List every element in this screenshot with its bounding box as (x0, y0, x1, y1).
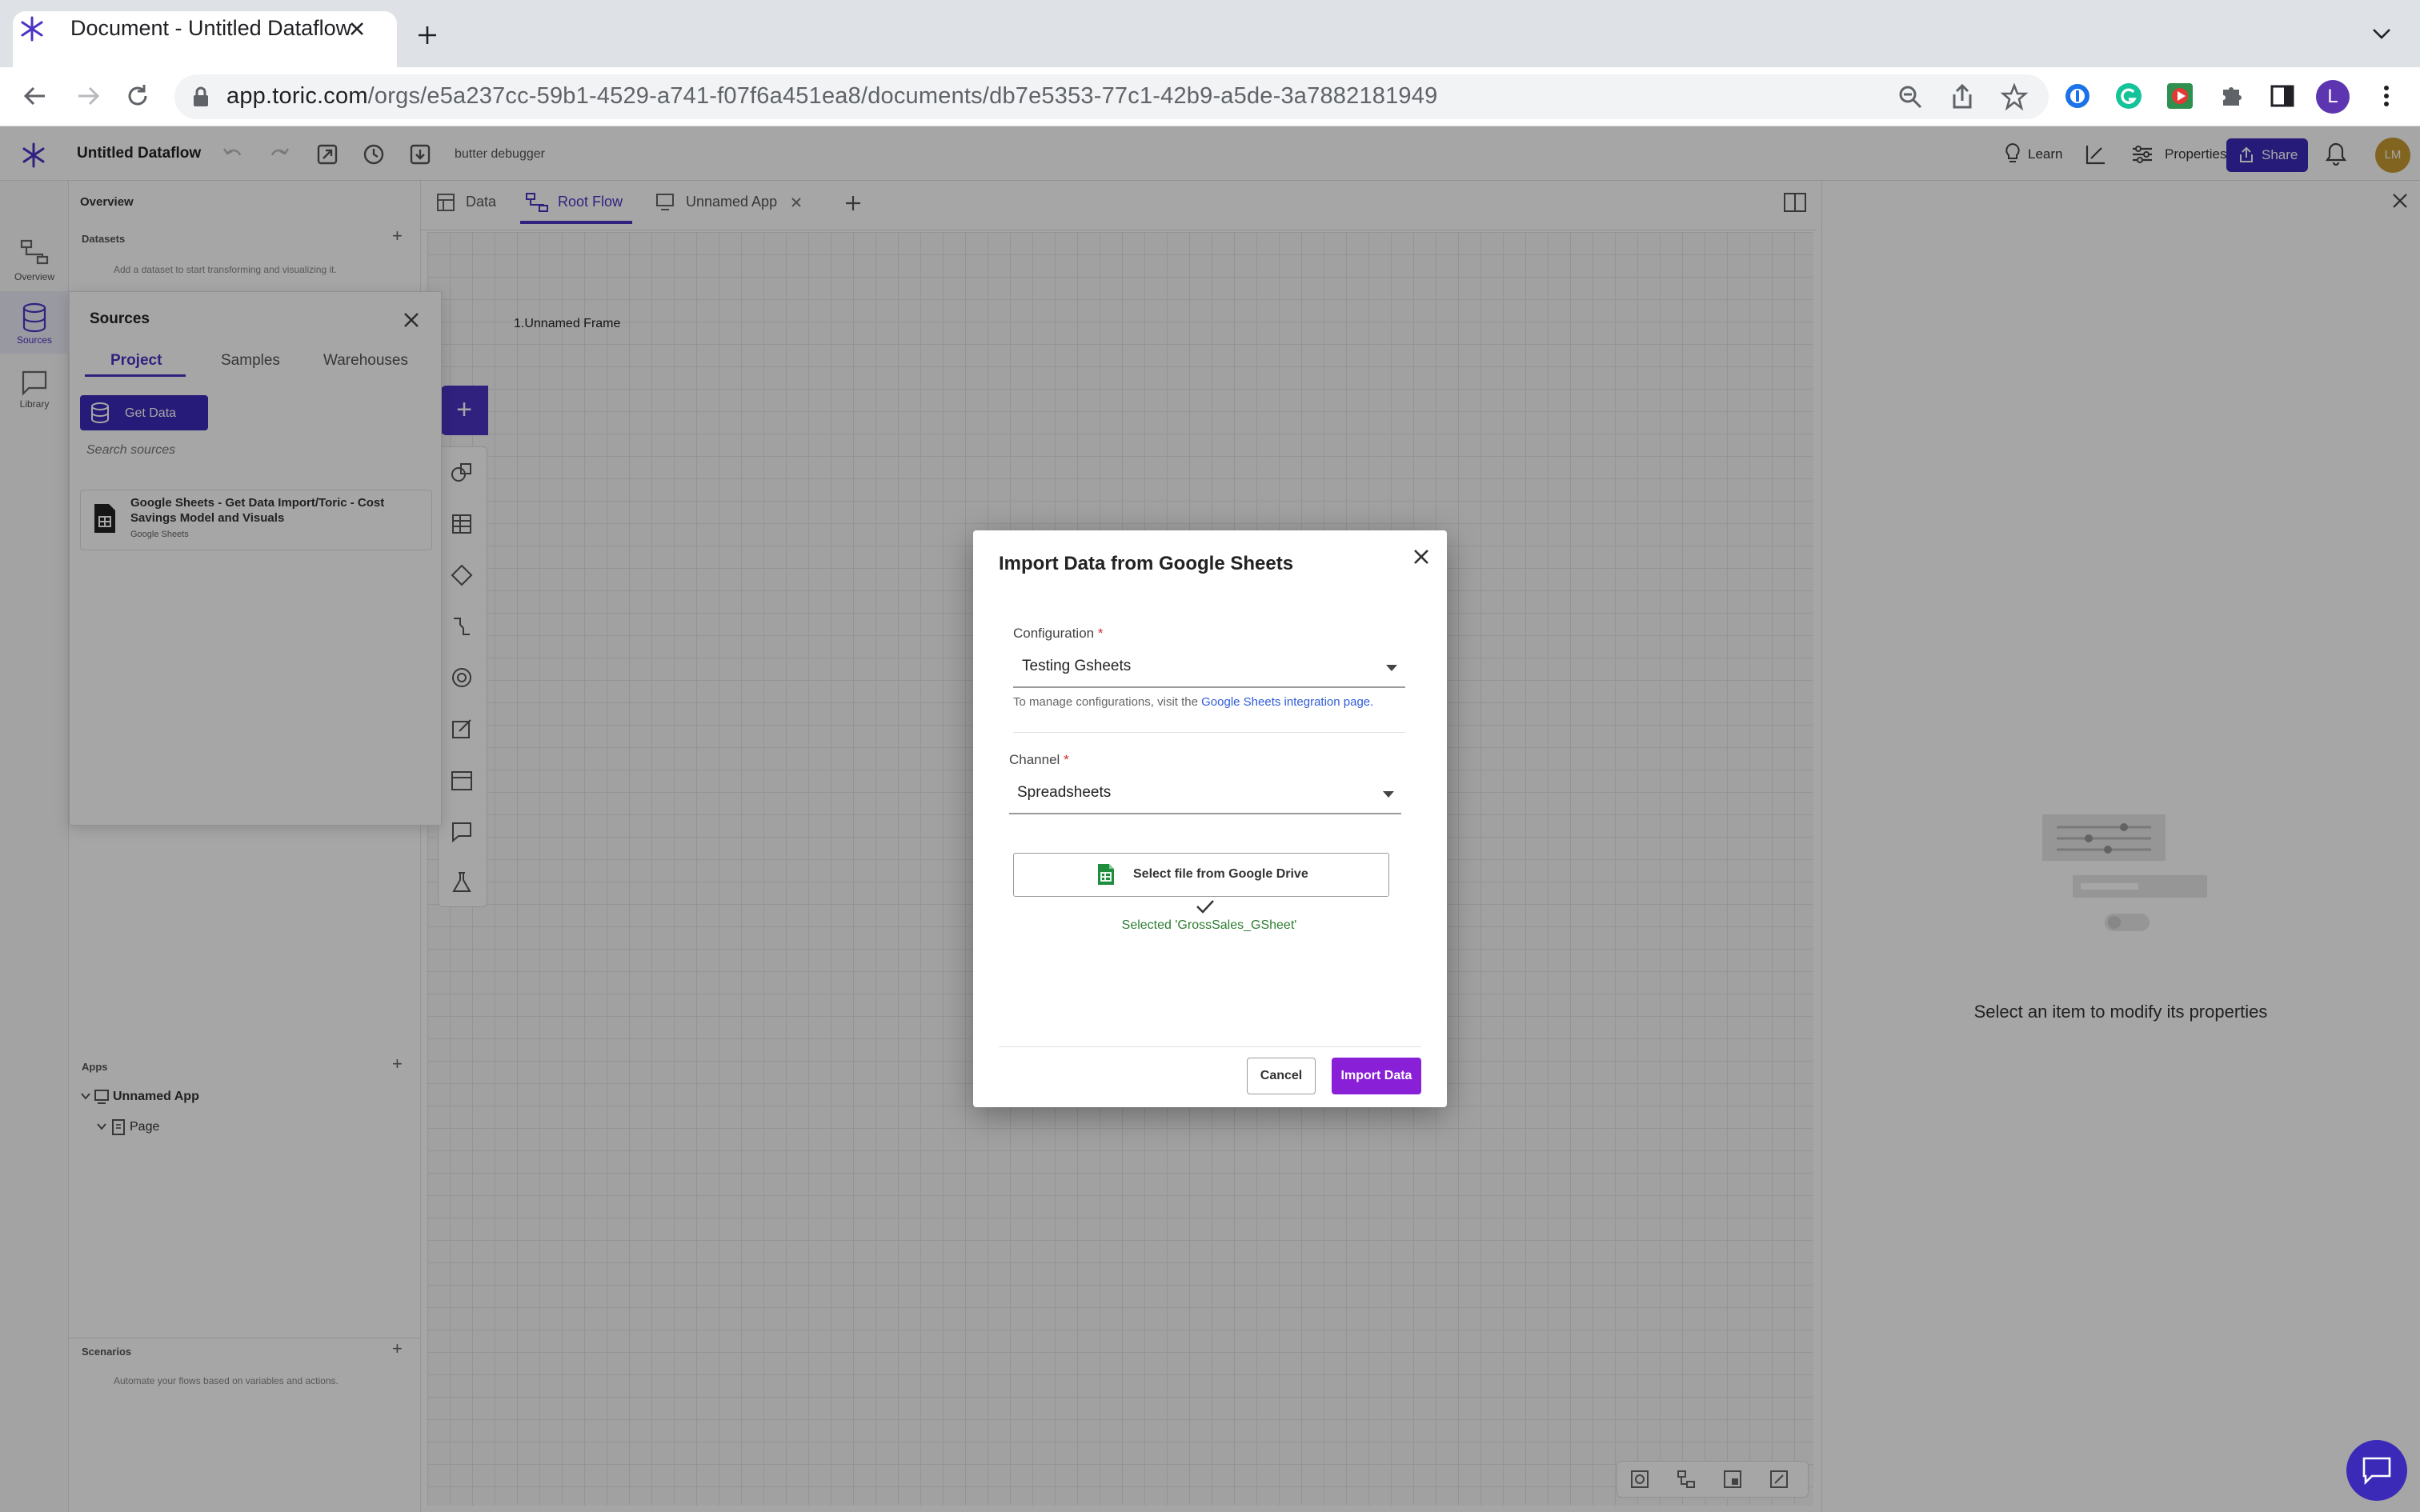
extension-record-icon[interactable] (2166, 82, 2194, 110)
cancel-button[interactable]: Cancel (1247, 1058, 1316, 1094)
caret-down-icon[interactable] (1381, 789, 1396, 800)
browser-tab-title: Document - Untitled Dataflow (70, 16, 352, 40)
configuration-label-text: Configuration (1013, 626, 1095, 641)
required-mark: * (1064, 752, 1069, 767)
back-arrow-icon[interactable] (21, 82, 50, 110)
close-icon[interactable] (1409, 545, 1433, 569)
channel-label: Channel * (1009, 752, 1069, 768)
more-vert-icon[interactable] (2378, 82, 2394, 110)
new-tab-plus-icon[interactable] (416, 24, 439, 46)
channel-select-value: Spreadsheets (1017, 784, 1112, 801)
selected-file-status: Selected 'GrossSales_GSheet' (1121, 918, 1297, 932)
forward-arrow-icon[interactable] (74, 82, 102, 110)
select-from-drive-label: Select file from Google Drive (1133, 867, 1308, 881)
configuration-select-value: Testing Gsheets (1022, 658, 1132, 674)
channel-label-text: Channel (1009, 752, 1060, 767)
lock-icon[interactable] (190, 85, 211, 109)
google-sheets-icon (1096, 862, 1116, 886)
close-tab-icon[interactable] (346, 18, 368, 40)
import-data-button[interactable]: Import Data (1332, 1058, 1421, 1094)
url-text: app.toric.com/orgs/e5a237cc-59b1-4529-a7… (226, 83, 1437, 110)
url-host: app.toric.com (226, 83, 368, 109)
checkmark-icon (1194, 898, 1216, 915)
url-path: /orgs/e5a237cc-59b1-4529-a741-f07f6a451e… (367, 83, 1438, 109)
reload-icon[interactable] (123, 82, 152, 110)
share-upload-icon[interactable] (1949, 83, 1975, 110)
side-panel-icon[interactable] (2268, 82, 2297, 110)
caret-down-icon[interactable] (1384, 662, 1399, 674)
modal-footer-divider (999, 1046, 1421, 1047)
channel-select-underline (1009, 813, 1401, 814)
extension-grammarly-icon[interactable] (2114, 82, 2143, 110)
profile-avatar[interactable]: L (2316, 80, 2350, 114)
import-modal (973, 530, 1447, 1107)
modal-divider (1013, 732, 1405, 733)
support-chat-button[interactable] (2346, 1440, 2407, 1501)
zoom-out-icon[interactable] (1897, 83, 1924, 110)
star-bookmark-icon[interactable] (2001, 83, 2028, 110)
extension-1password-icon[interactable] (2063, 82, 2092, 110)
modal-title: Import Data from Google Sheets (999, 553, 1294, 574)
puzzle-extensions-icon[interactable] (2217, 82, 2246, 110)
manage-hint-text: To manage configurations, visit the (1013, 695, 1202, 709)
configuration-select-underline (1013, 686, 1405, 688)
manage-configurations-hint: To manage configurations, visit the Goog… (1013, 695, 1373, 709)
configuration-label: Configuration * (1013, 626, 1103, 642)
chevron-down-icon[interactable] (2369, 26, 2394, 42)
chat-icon (2361, 1455, 2393, 1486)
google-sheets-integration-link[interactable]: Google Sheets integration page. (1201, 695, 1373, 709)
required-mark: * (1097, 626, 1104, 641)
toric-logo-icon (18, 14, 46, 43)
